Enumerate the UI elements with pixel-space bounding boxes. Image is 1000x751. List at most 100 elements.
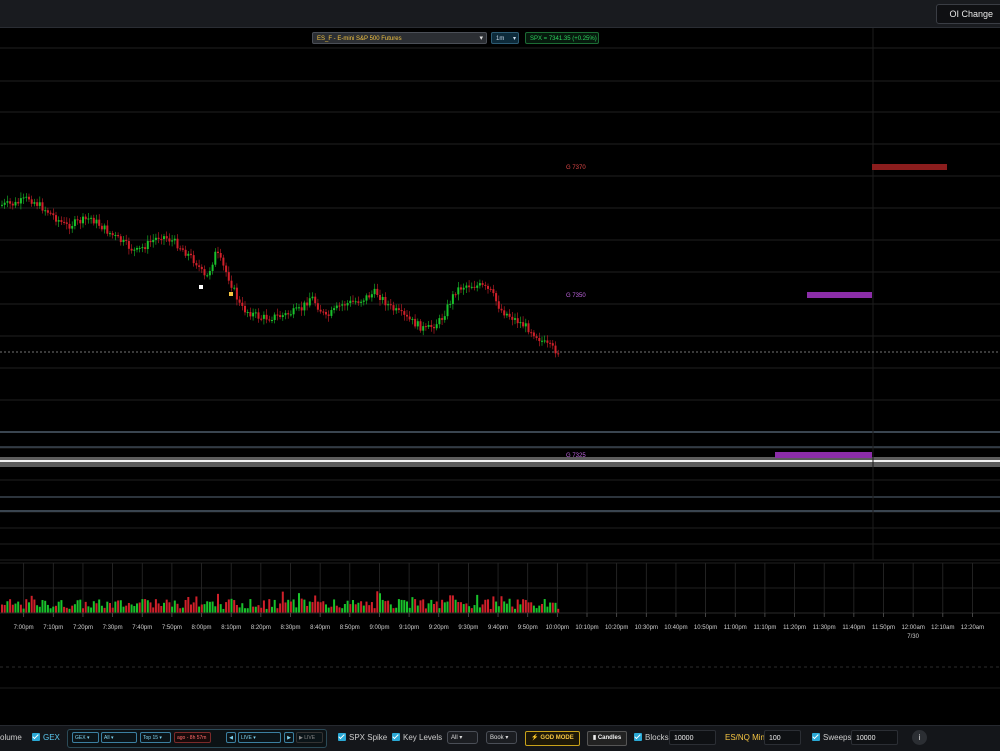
candle-body <box>397 308 400 310</box>
gex-type-select[interactable]: GEX ▾ <box>72 732 99 743</box>
candle-body <box>181 248 184 250</box>
candle-body <box>527 323 530 333</box>
esnq-min-input[interactable]: 100 <box>764 730 801 745</box>
spx-spike-toggle[interactable]: SPX Spike <box>338 731 387 745</box>
volume-bar <box>44 600 47 613</box>
candle-body <box>11 203 14 206</box>
candles-button[interactable]: ▮ Candles <box>587 731 627 746</box>
candle-body <box>316 303 319 310</box>
time-label: 10:40pm <box>664 625 687 631</box>
info-button[interactable]: i <box>912 730 927 745</box>
candle-body <box>451 294 454 304</box>
key-levels-toggle[interactable]: Key Levels <box>392 731 442 745</box>
volume-bar <box>136 603 138 613</box>
candle-body <box>330 310 333 316</box>
blocks-input[interactable]: 10000 <box>669 730 716 745</box>
chevron-down-icon: ▾ <box>512 36 516 42</box>
volume-bar <box>451 595 454 613</box>
candle-body <box>6 201 9 203</box>
volume-bar <box>119 600 122 613</box>
next-snapshot-button[interactable]: ▶ <box>284 732 294 743</box>
volume-bar <box>90 607 93 613</box>
timeframe-select[interactable]: 1m ▾ <box>491 32 519 44</box>
volume-bar <box>117 600 120 613</box>
volume-bar <box>338 607 341 613</box>
time-label: 11:30pm <box>813 625 836 631</box>
book-select[interactable]: Book ▾ <box>486 731 517 744</box>
volume-bar <box>554 602 557 613</box>
sweeps-input[interactable]: 10000 <box>851 730 898 745</box>
volume-bar <box>168 602 171 613</box>
volume-bar <box>246 608 249 613</box>
checkbox-icon <box>338 732 346 741</box>
candle-body <box>233 287 236 289</box>
candle-body <box>395 308 398 311</box>
candle-body <box>268 319 271 321</box>
live-select[interactable]: LIVE ▾ <box>238 732 281 743</box>
volume-bar <box>457 602 460 613</box>
volume-bar <box>397 599 400 613</box>
volume-bar <box>438 608 441 613</box>
candle-body <box>446 304 449 317</box>
candle-body <box>406 314 408 317</box>
candle-body <box>495 293 498 302</box>
volume-bar <box>95 603 98 613</box>
volume-bar <box>281 591 284 613</box>
candle-body <box>179 248 182 250</box>
volume-bar <box>316 601 319 613</box>
candle-body <box>168 238 171 242</box>
candle-body <box>508 313 511 317</box>
candle-body <box>338 305 341 307</box>
candle-body <box>427 325 430 327</box>
live-button[interactable]: ▶ LIVE <box>296 732 323 743</box>
candle-body <box>157 237 160 239</box>
candle-body <box>19 198 22 204</box>
chevron-down-icon: ▾ <box>479 35 483 42</box>
god-mode-button[interactable]: ⚡ GOD MODE <box>525 731 580 746</box>
oi-change-button[interactable]: OI Change <box>936 4 1000 24</box>
candle-body <box>433 326 435 329</box>
prev-snapshot-button[interactable]: ◀ <box>226 732 236 743</box>
price-chart[interactable]: G 7370G 7350G 7325 pm7:00pm7:10pm7:20pm7… <box>0 28 1000 725</box>
candle-body <box>373 288 376 295</box>
volume-toggle-label[interactable]: olume <box>0 731 22 745</box>
candle-body <box>195 263 198 266</box>
candle-body <box>214 251 217 265</box>
gex-expiry-select[interactable]: All ▾ <box>101 732 137 743</box>
candle-body <box>546 340 549 343</box>
gamma-label: G 7370 <box>566 165 586 171</box>
candle-body <box>441 318 444 320</box>
gex-toggle[interactable]: GEX <box>32 731 60 745</box>
blocks-toggle[interactable]: Blocks <box>634 731 669 745</box>
candle-body <box>462 287 465 290</box>
candle-body <box>111 233 114 236</box>
volume-bar <box>311 602 314 613</box>
candle-body <box>109 233 111 235</box>
volume-bar <box>357 602 360 613</box>
volume-bar <box>198 606 201 613</box>
volume-bar <box>487 599 489 613</box>
candle-body <box>505 313 508 316</box>
candle-body <box>311 296 314 299</box>
volume-bar <box>163 602 165 613</box>
candle-body <box>57 220 60 222</box>
gex-top-select[interactable]: Top 15 ▾ <box>140 732 171 743</box>
volume-bar <box>473 605 476 613</box>
candle-body <box>435 324 438 329</box>
time-label: 9:00pm <box>369 625 389 631</box>
sweeps-toggle[interactable]: Sweeps <box>812 731 851 745</box>
time-label: 8:20pm <box>251 625 271 631</box>
volume-bar <box>419 600 422 613</box>
volume-bar <box>122 606 125 613</box>
candle-body <box>492 289 495 294</box>
volume-bar <box>503 601 506 613</box>
candle-body <box>476 285 479 288</box>
key-levels-select[interactable]: All ▾ <box>447 731 478 744</box>
volume-bar <box>489 608 492 613</box>
candle-body <box>63 221 66 223</box>
candle-body <box>22 197 25 199</box>
volume-bar <box>73 604 76 613</box>
candle-body <box>392 305 395 311</box>
symbol-select[interactable]: ES_F - E-mini S&P 500 Futures ▾ <box>312 32 487 44</box>
candle-body <box>484 284 487 286</box>
